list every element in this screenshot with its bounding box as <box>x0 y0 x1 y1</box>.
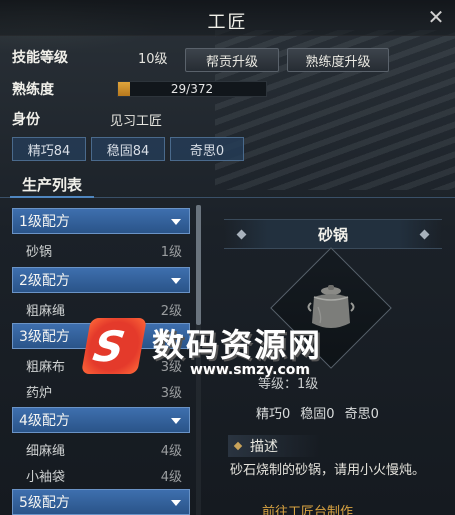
diamond-bullet-icon <box>233 441 243 451</box>
skill-level-row: 技能等级 <box>12 44 68 70</box>
category-level-5[interactable]: 5级配方 <box>12 489 190 515</box>
recipe-detail: 砂锅 等级：1级 精巧0 稳固0 奇思0 描述 砂石烧制的砂锅，请用小火慢炖。 … <box>214 205 446 515</box>
tab-production-list[interactable]: 生产列表 <box>10 172 94 198</box>
item-level: 3级 <box>160 359 182 375</box>
item-level: 4级 <box>160 469 182 485</box>
category-level-3[interactable]: 3级配方 <box>12 323 190 349</box>
recipe-list: 1级配方 砂锅 1级 2级配方 粗麻绳 2级 3级配方 粗麻布 3级 药炉 3级 <box>8 205 194 515</box>
crafter-panel: 工匠 ✕ 技能等级 10级 帮贡升级 熟练度升级 熟练度 29/372 身份 见… <box>0 0 455 515</box>
list-item[interactable]: 药炉 3级 <box>12 379 190 403</box>
detail-level: 等级：1级 <box>258 377 319 392</box>
item-name: 粗麻布 <box>26 359 66 375</box>
list-item[interactable]: 细麻绳 4级 <box>12 437 190 461</box>
category-label: 3级配方 <box>19 329 70 345</box>
list-scrollbar[interactable] <box>196 205 201 515</box>
chevron-down-icon <box>171 278 181 284</box>
goto-workbench-link[interactable]: 前往工匠台制作 <box>262 501 353 515</box>
list-item[interactable]: 砂锅 1级 <box>12 238 190 262</box>
diamond-icon <box>419 229 430 240</box>
item-name: 粗麻绳 <box>26 303 66 319</box>
title-bar: 工匠 ✕ <box>0 0 455 36</box>
item-level: 1级 <box>160 244 182 260</box>
chevron-down-icon <box>171 334 181 340</box>
item-name: 药炉 <box>26 385 53 401</box>
identity-value-row: 见习工匠 <box>110 106 162 132</box>
detail-stat-wengu: 稳固0 <box>300 407 335 422</box>
clay-pot-icon <box>307 285 355 328</box>
category-level-2[interactable]: 2级配方 <box>12 267 190 293</box>
item-name: 砂锅 <box>26 244 53 260</box>
description-text: 砂石烧制的砂锅，请用小火慢炖。 <box>230 463 426 478</box>
diamond-icon <box>236 229 247 240</box>
list-item[interactable]: 粗麻布 3级 <box>12 353 190 377</box>
item-level: 3级 <box>160 385 182 401</box>
stat-qisi: 奇思0 <box>170 137 244 161</box>
proficiency-bar-text: 29/372 <box>170 82 214 96</box>
category-label: 1级配方 <box>19 214 70 230</box>
category-level-4[interactable]: 4级配方 <box>12 407 190 433</box>
detail-stat-jingqiao: 精巧0 <box>256 407 291 422</box>
proficiency-label: 熟练度 <box>12 82 54 98</box>
category-label: 5级配方 <box>19 495 70 511</box>
list-scroll-thumb[interactable] <box>196 205 201 325</box>
list-item[interactable]: 小袖袋 4级 <box>12 463 190 487</box>
close-icon[interactable]: ✕ <box>425 6 447 28</box>
description-heading: 描述 <box>228 435 320 457</box>
proficiency-upgrade-button[interactable]: 熟练度升级 <box>287 48 389 72</box>
identity-value: 见习工匠 <box>110 113 163 129</box>
chevron-down-icon <box>171 219 181 225</box>
list-item[interactable]: 粗麻绳 2级 <box>12 297 190 321</box>
description-heading-text: 描述 <box>250 439 278 455</box>
chevron-down-icon <box>171 500 181 506</box>
category-level-1[interactable]: 1级配方 <box>12 208 190 234</box>
proficiency-bar: 29/372 <box>117 81 267 97</box>
item-level: 2级 <box>160 303 182 319</box>
item-level: 4级 <box>160 443 182 459</box>
help-upgrade-button[interactable]: 帮贡升级 <box>185 48 279 72</box>
skill-level-label: 技能等级 <box>12 50 68 66</box>
chevron-down-icon <box>171 418 181 424</box>
skill-level-value: 10级 <box>138 51 168 67</box>
tab-bar: 生产列表 <box>0 172 455 198</box>
identity-label: 身份 <box>12 112 40 128</box>
stat-jingqiao: 精巧84 <box>12 137 86 161</box>
detail-stat-qisi: 奇思0 <box>344 407 379 422</box>
stat-wengu: 稳固84 <box>91 137 165 161</box>
item-name: 细麻绳 <box>26 443 66 459</box>
category-label: 4级配方 <box>19 413 70 429</box>
proficiency-row: 熟练度 <box>12 76 54 102</box>
detail-stats: 精巧0 稳固0 奇思0 <box>256 403 379 422</box>
detail-title-bar: 砂锅 <box>224 219 442 249</box>
item-name: 小袖袋 <box>26 469 66 485</box>
identity-row: 身份 <box>12 106 40 132</box>
skill-level-value-row: 10级 <box>138 44 168 70</box>
detail-title: 砂锅 <box>317 225 348 244</box>
category-label: 2级配方 <box>19 273 70 289</box>
window-title: 工匠 <box>207 12 248 33</box>
